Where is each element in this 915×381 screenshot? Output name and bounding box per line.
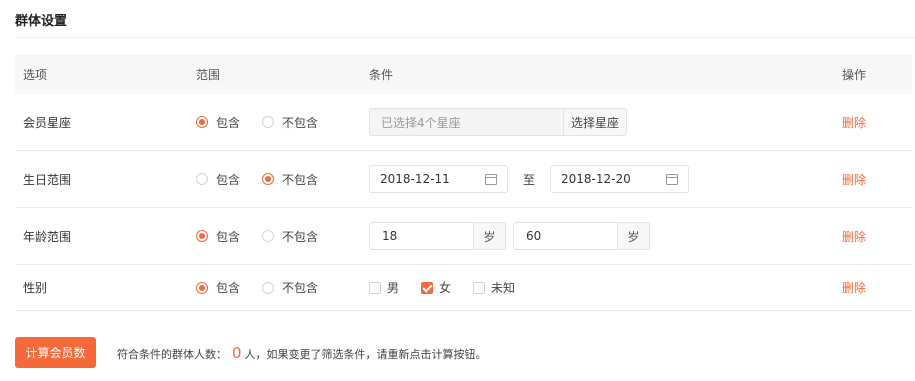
start-date-input[interactable]: 2018-12-11 [369,165,508,193]
range-radio-group: 包含 不包含 [196,228,340,245]
radio-exclude-label: 不包含 [282,172,319,187]
radio-exclude[interactable]: 不包含 [262,171,318,188]
radio-exclude-label: 不包含 [282,281,319,295]
radio-include[interactable]: 包含 [196,228,240,245]
range-radio-group: 包含 不包含 [196,279,340,296]
checkbox-unchecked-icon [369,281,381,294]
header-option: 选项 [23,67,48,82]
radio-exclude-label: 不包含 [282,115,319,130]
age-min-group: 18 岁 [369,222,506,250]
header-condition: 条件 [369,67,394,82]
age-range-inputs: 18 岁 60 岁 [369,222,650,250]
radio-exclude[interactable]: 不包含 [262,279,318,296]
result-suffix: 人，如果变更了筛选条件，请重新点击计算按钮。 [244,347,487,361]
radio-checked-icon [196,281,208,294]
select-constellation-button[interactable]: 选择星座 [563,108,627,136]
date-range-picker: 2018-12-11 至 2018-12-20 [369,165,690,193]
checkbox-checked-icon [421,281,434,294]
radio-include-label: 包含 [216,172,241,187]
range-radio-group: 包含 不包含 [196,171,340,188]
constellation-selector: 已选择4个星座 选择星座 [369,108,627,136]
age-min-input[interactable]: 18 [369,222,473,250]
header-range: 范围 [196,67,221,82]
row-option-label: 生日范围 [23,172,72,187]
radio-unchecked-icon [262,281,275,294]
radio-include-label: 包含 [216,229,241,244]
result-text: 符合条件的群体人数： 0 人，如果变更了筛选条件，请重新点击计算按钮。 [117,344,487,362]
radio-exclude[interactable]: 不包含 [262,228,318,245]
checkbox-unchecked-icon [473,281,486,294]
calendar-icon [666,173,679,185]
table-row-gender: 性别 包含 不包含 男 女 未知 删除 [15,265,912,311]
row-option-label: 会员星座 [23,115,72,130]
radio-checked-icon [196,230,208,242]
end-date-input[interactable]: 2018-12-20 [550,165,690,193]
radio-checked-icon [262,173,275,185]
delete-link[interactable]: 删除 [842,279,866,296]
age-max-input[interactable]: 60 [513,222,617,250]
checkbox-male[interactable]: 男 [369,279,399,296]
row-option-label: 年龄范围 [23,229,72,244]
end-date-value: 2018-12-20 [561,172,631,186]
radio-include[interactable]: 包含 [196,114,240,131]
range-radio-group: 包含 不包含 [196,114,340,131]
title-divider [15,37,915,38]
table-header: 选项 范围 条件 操作 [15,54,912,94]
checkbox-male-label: 男 [387,281,400,295]
age-max-group: 60 岁 [513,222,650,250]
table-row-birthday: 生日范围 包含 不包含 2018-12-11 至 2018-12-20 删除 [15,151,912,208]
start-date-value: 2018-12-11 [380,172,450,186]
section-title: 群体设置 [15,14,68,29]
radio-include-label: 包含 [216,281,241,295]
delete-link[interactable]: 删除 [842,114,866,131]
table-row-age: 年龄范围 包含 不包含 18 岁 60 岁 删除 [15,208,912,265]
radio-unchecked-icon [262,116,275,128]
delete-link[interactable]: 删除 [842,171,866,188]
radio-include-label: 包含 [216,115,241,130]
calendar-icon [485,173,497,185]
group-settings-table: 选项 范围 条件 操作 会员星座 包含 不包含 已选择4个星座 选择星座 删除 … [15,54,912,311]
radio-include[interactable]: 包含 [196,171,240,188]
row-option-label: 性别 [23,281,48,295]
checkbox-unknown-label: 未知 [491,281,516,295]
delete-link[interactable]: 删除 [842,228,866,245]
footer: 计算会员数 符合条件的群体人数： 0 人，如果变更了筛选条件，请重新点击计算按钮… [15,337,487,368]
age-unit-label: 岁 [617,222,650,250]
radio-checked-icon [196,116,208,128]
gender-checkbox-group: 男 女 未知 [369,279,537,296]
header-action: 操作 [842,67,867,82]
result-count: 0 [232,343,242,362]
checkbox-female[interactable]: 女 [421,279,451,296]
radio-unchecked-icon [196,173,208,185]
checkbox-female-label: 女 [439,281,452,295]
calculate-members-button[interactable]: 计算会员数 [15,337,96,368]
radio-unchecked-icon [262,230,275,242]
table-row-constellation: 会员星座 包含 不包含 已选择4个星座 选择星座 删除 [15,94,912,151]
radio-exclude[interactable]: 不包含 [262,114,318,131]
checkbox-unknown[interactable]: 未知 [473,279,515,296]
date-separator: 至 [523,172,536,187]
age-unit-label: 岁 [473,222,506,250]
result-prefix: 符合条件的群体人数： [117,347,227,361]
radio-exclude-label: 不包含 [282,229,319,244]
radio-include[interactable]: 包含 [196,279,240,296]
constellation-input[interactable]: 已选择4个星座 [369,108,563,136]
